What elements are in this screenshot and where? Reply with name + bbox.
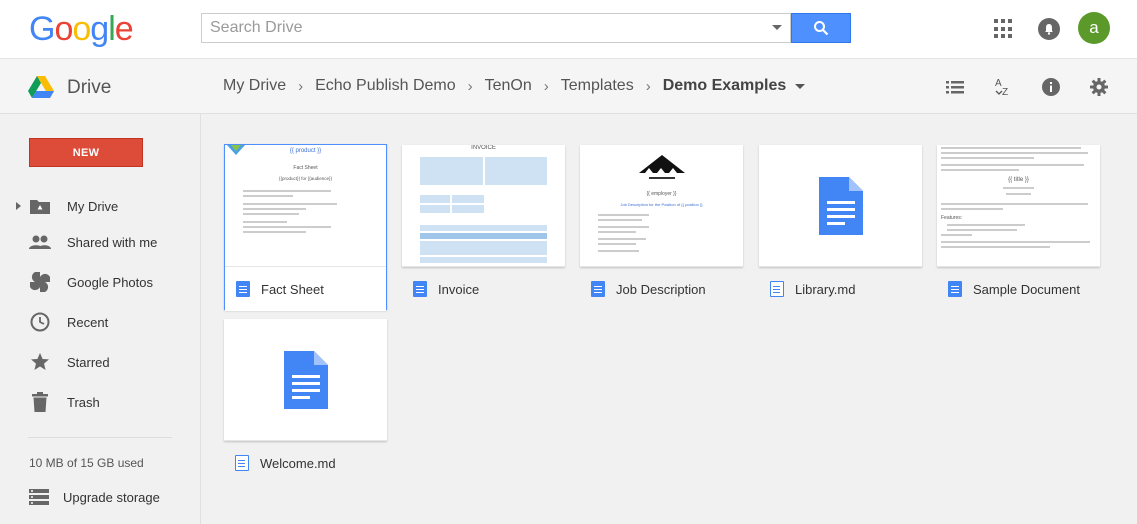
sidebar: NEW My Drive Shared with me Google Photo…	[0, 114, 201, 524]
apps-grid-icon[interactable]	[994, 19, 1014, 39]
file-card-footer: Fact Sheet	[225, 267, 386, 311]
google-doc-icon	[236, 281, 250, 297]
sidebar-item-label: Recent	[67, 314, 109, 330]
file-card-sample-document[interactable]: {{ title }} Features: Sample Document	[937, 145, 1100, 311]
file-card-welcome-md[interactable]: Welcome.md	[224, 319, 387, 485]
tent-logo-icon	[639, 155, 685, 179]
sidebar-item-label: Starred	[67, 354, 110, 370]
photos-icon	[29, 271, 51, 293]
search-options-dropdown-icon[interactable]	[772, 25, 782, 30]
trash-icon	[29, 391, 51, 413]
file-card-invoice[interactable]: INVOICE Invoice	[402, 145, 565, 311]
file-card-footer: Invoice	[402, 267, 565, 311]
search-input[interactable]	[202, 14, 762, 42]
document-icon	[284, 351, 328, 409]
file-card-job-description[interactable]: {{ employer }} Job Description for the P…	[580, 145, 743, 311]
search-icon	[814, 21, 829, 36]
upgrade-storage-link[interactable]: Upgrade storage	[29, 487, 160, 507]
google-logo[interactable]: Google	[29, 10, 134, 49]
sidebar-item-trash[interactable]: Trash	[0, 382, 200, 422]
google-doc-icon	[413, 281, 427, 297]
file-thumbnail: {{ employer }} Job Description for the P…	[580, 145, 743, 267]
search-box	[201, 13, 791, 43]
file-grid: {{ product }} Fact Sheet {{product}} for…	[202, 114, 1137, 524]
file-name: Fact Sheet	[261, 281, 324, 297]
sidebar-item-label: Google Photos	[67, 274, 154, 290]
breadcrumb-echo-publish-demo[interactable]: Echo Publish Demo	[315, 77, 456, 95]
avatar[interactable]: a	[1078, 12, 1110, 44]
file-thumbnail: INVOICE	[402, 145, 565, 267]
breadcrumb-tenon[interactable]: TenOn	[485, 77, 532, 95]
chevron-right-icon: ›	[543, 77, 549, 95]
new-button[interactable]: NEW	[29, 138, 143, 167]
file-name: Library.md	[795, 281, 856, 297]
chevron-right-icon: ›	[298, 77, 304, 95]
logo-thumbnail-icon	[227, 145, 245, 155]
sidebar-item-starred[interactable]: Starred	[0, 342, 200, 382]
document-icon	[819, 177, 863, 235]
sidebar-item-label: My Drive	[67, 198, 119, 214]
sidebar-divider	[28, 437, 172, 438]
breadcrumb: My Drive › Echo Publish Demo › TenOn › T…	[223, 77, 806, 95]
file-card-footer: Sample Document	[937, 267, 1100, 311]
svg-text:Z: Z	[1002, 87, 1008, 98]
file-card-footer: Job Description	[580, 267, 743, 311]
expand-arrow-icon[interactable]	[16, 202, 21, 210]
google-doc-icon	[948, 281, 962, 297]
text-file-icon	[235, 455, 249, 471]
google-doc-icon	[591, 281, 605, 297]
folder-menu-dropdown-icon[interactable]	[795, 83, 806, 89]
clock-icon	[29, 311, 51, 333]
file-card-library-md[interactable]: Library.md	[759, 145, 922, 311]
svg-text:A: A	[995, 78, 1002, 89]
sidebar-item-recent[interactable]: Recent	[0, 302, 200, 342]
file-card-footer: Welcome.md	[224, 441, 387, 485]
my-drive-icon	[29, 195, 51, 217]
search-button[interactable]	[791, 13, 851, 43]
sidebar-item-my-drive[interactable]: My Drive	[0, 186, 200, 226]
notifications-bell-icon[interactable]	[1038, 18, 1060, 40]
file-card-fact-sheet[interactable]: {{ product }} Fact Sheet {{product}} for…	[224, 144, 387, 311]
sidebar-item-label: Shared with me	[67, 234, 158, 250]
file-name: Job Description	[616, 281, 706, 297]
file-card-footer: Library.md	[759, 267, 922, 311]
breadcrumb-my-drive[interactable]: My Drive	[223, 77, 286, 95]
drive-logo-icon[interactable]	[28, 76, 54, 98]
text-file-icon	[770, 281, 784, 297]
sort-az-icon[interactable]: A Z	[992, 76, 1014, 98]
file-name: Invoice	[438, 281, 480, 297]
breadcrumb-templates[interactable]: Templates	[561, 77, 634, 95]
chevron-right-icon: ›	[467, 77, 473, 95]
upgrade-storage-label: Upgrade storage	[63, 489, 160, 505]
file-thumbnail: {{ title }} Features:	[937, 145, 1100, 267]
breadcrumb-current-folder[interactable]: Demo Examples	[663, 77, 787, 95]
top-bar: Google a	[0, 0, 1137, 58]
drive-title[interactable]: Drive	[67, 77, 111, 99]
list-view-icon[interactable]	[944, 76, 966, 98]
drive-toolbar: Drive My Drive › Echo Publish Demo › Ten…	[0, 58, 1137, 114]
settings-gear-icon[interactable]	[1088, 76, 1110, 98]
storage-quota: 10 MB of 15 GB used	[29, 456, 144, 470]
file-name: Welcome.md	[260, 455, 336, 471]
star-icon	[29, 351, 51, 373]
shared-icon	[29, 231, 51, 253]
file-name: Sample Document	[973, 281, 1080, 297]
chevron-right-icon: ›	[645, 77, 651, 95]
sidebar-item-google-photos[interactable]: Google Photos	[0, 262, 200, 302]
info-icon[interactable]	[1040, 76, 1062, 98]
file-thumbnail	[224, 319, 387, 441]
sidebar-item-label: Trash	[67, 394, 100, 410]
sidebar-item-shared-with-me[interactable]: Shared with me	[0, 222, 200, 262]
file-thumbnail: {{ product }} Fact Sheet {{product}} for…	[225, 145, 386, 267]
storage-icon	[29, 489, 49, 505]
file-thumbnail	[759, 145, 922, 267]
